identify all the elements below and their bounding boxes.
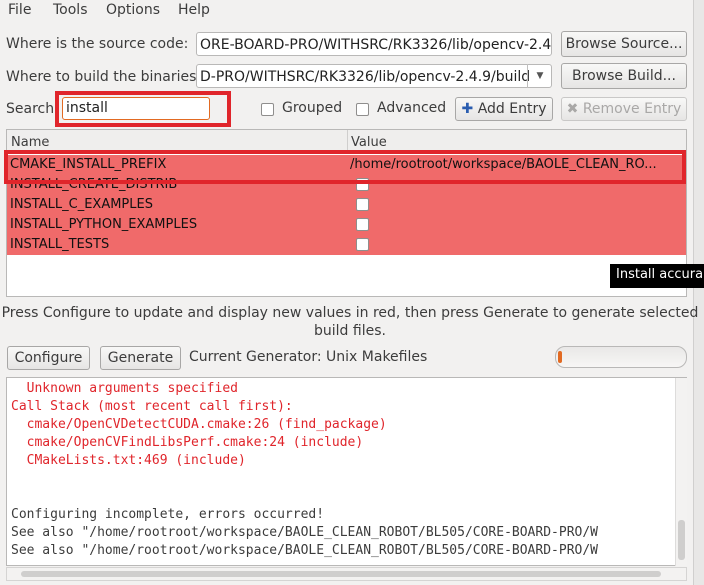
browse-build-button[interactable]: Browse Build...: [561, 63, 687, 89]
progress-bar: [555, 346, 687, 368]
entry-name: INSTALL_TESTS: [10, 237, 110, 252]
build-path-value: D-PRO/WITHSRC/RK3326/lib/opencv-2.4.9/bu…: [200, 69, 531, 85]
chevron-down-icon[interactable]: ▼: [527, 64, 552, 88]
output-vertical-scrollbar[interactable]: [675, 378, 687, 566]
log-line: Call Stack (most recent call first):: [11, 399, 293, 414]
entry-checkbox[interactable]: [356, 198, 369, 211]
add-icon: ✚: [461, 101, 474, 117]
remove-icon: ✖: [566, 101, 579, 117]
add-entry-button[interactable]: ✚ Add Entry: [455, 97, 553, 121]
current-generator-label: Current Generator: Unix Makefiles: [189, 349, 428, 365]
source-label: Where is the source code:: [6, 36, 189, 52]
menu-bar: File Tools Options Help: [0, 0, 704, 20]
grouped-label: Grouped: [282, 100, 343, 116]
log-line: cmake/OpenCVDetectCUDA.cmake:26 (find_pa…: [11, 417, 387, 432]
menu-file[interactable]: File: [8, 0, 31, 20]
hint-text: Press Configure to update and display ne…: [0, 304, 700, 340]
log-line: See also "/home/rootroot/workspace/BAOLE…: [11, 525, 598, 540]
entry-name: INSTALL_PYTHON_EXAMPLES: [10, 217, 198, 232]
log-line: See also "/home/rootroot/workspace/BAOLE…: [11, 543, 598, 558]
search-input[interactable]: install: [62, 97, 210, 120]
table-row[interactable]: INSTALL_TESTS: [7, 235, 686, 255]
generate-button[interactable]: Generate: [100, 346, 181, 370]
prefix-row-highlight-box: [4, 150, 686, 184]
scroll-thumb[interactable]: [678, 520, 685, 560]
tooltip: Install accura: [610, 264, 704, 288]
log-line: cmake/OpenCVFindLibsPerf.cmake:24 (inclu…: [11, 435, 364, 450]
menu-help[interactable]: Help: [178, 0, 210, 20]
build-path-combo[interactable]: D-PRO/WITHSRC/RK3326/lib/opencv-2.4.9/bu…: [196, 64, 552, 88]
log-line: Configuring incomplete, errors occurred!: [11, 507, 325, 522]
remove-entry-label: Remove Entry: [582, 101, 682, 117]
advanced-checkbox[interactable]: [356, 103, 369, 116]
column-header-name[interactable]: Name: [11, 130, 49, 150]
log-line: CMakeLists.txt:469 (include): [11, 453, 246, 468]
advanced-label: Advanced: [377, 100, 447, 116]
progress-fill: [558, 351, 562, 363]
build-label: Where to build the binaries:: [6, 69, 202, 85]
column-header-value[interactable]: Value: [351, 130, 387, 150]
menu-options[interactable]: Options: [106, 0, 160, 20]
configure-button[interactable]: Configure: [7, 346, 90, 370]
search-label: Search:: [6, 101, 59, 117]
scroll-thumb[interactable]: [21, 571, 661, 577]
entry-name: INSTALL_C_EXAMPLES: [10, 197, 153, 212]
entry-checkbox[interactable]: [356, 218, 369, 231]
remove-entry-button[interactable]: ✖ Remove Entry: [561, 97, 687, 121]
browse-source-button[interactable]: Browse Source...: [561, 31, 687, 57]
hint-line-1: Press Configure to update and display ne…: [1, 305, 699, 321]
window-edge-scrollbar: [693, 0, 704, 585]
table-row[interactable]: INSTALL_C_EXAMPLES: [7, 195, 686, 215]
hint-line-2: build files.: [314, 323, 386, 339]
output-horizontal-scrollbar[interactable]: [6, 567, 687, 581]
menu-tools[interactable]: Tools: [53, 0, 88, 20]
log-line: Unknown arguments specified: [11, 381, 238, 396]
add-entry-label: Add Entry: [477, 101, 547, 117]
grouped-checkbox[interactable]: [261, 103, 274, 116]
column-divider: [347, 130, 348, 150]
table-header: Name Value: [7, 130, 686, 151]
entry-checkbox[interactable]: [356, 238, 369, 251]
output-log[interactable]: Unknown arguments specified Call Stack (…: [6, 377, 687, 566]
table-row[interactable]: INSTALL_PYTHON_EXAMPLES: [7, 215, 686, 235]
source-path-field[interactable]: ORE-BOARD-PRO/WITHSRC/RK3326/lib/opencv-…: [196, 32, 552, 56]
